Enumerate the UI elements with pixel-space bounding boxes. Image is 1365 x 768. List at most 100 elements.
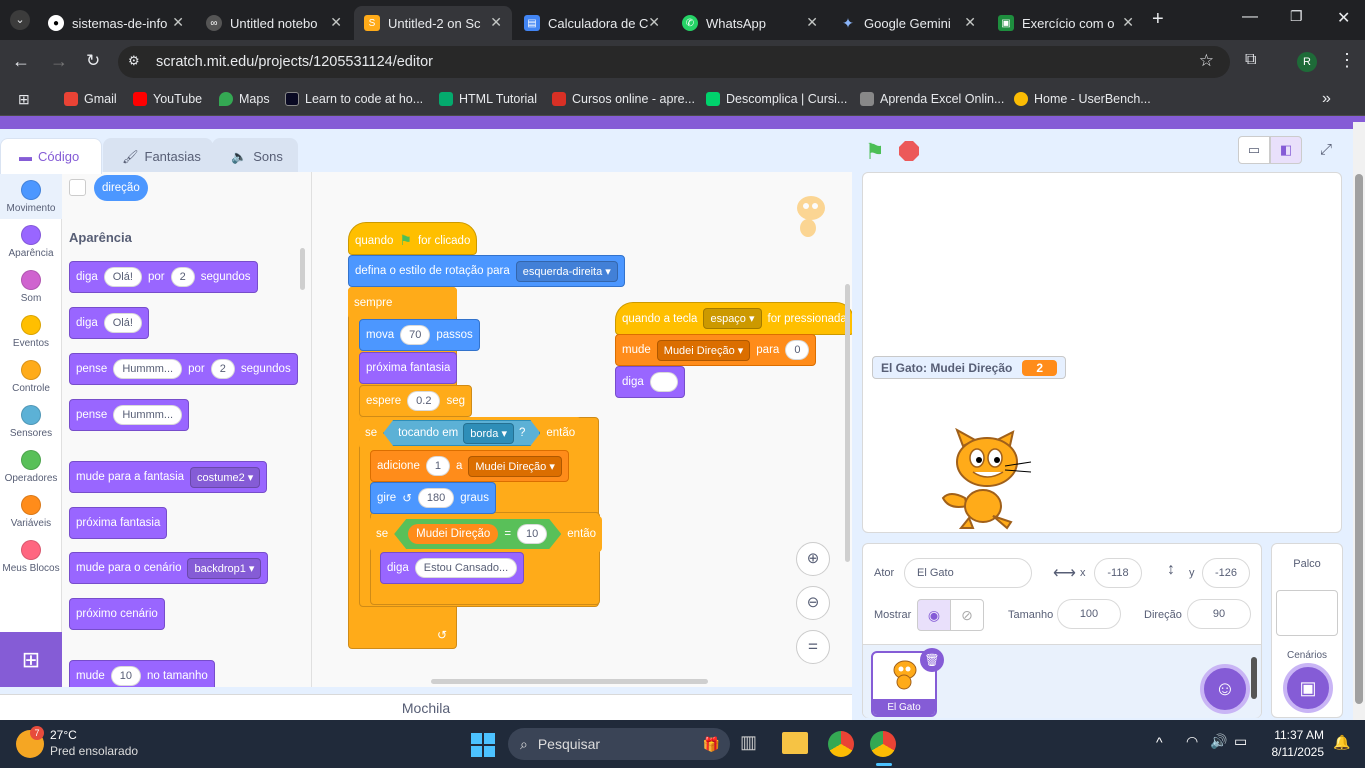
stop-button[interactable] [899, 141, 919, 161]
block-next-backdrop[interactable]: próximo cenário [69, 598, 165, 630]
menu-icon[interactable]: ⋮ [1338, 50, 1356, 71]
palette-scrollbar[interactable] [300, 248, 305, 290]
new-tab-plus-icon[interactable]: + [1152, 8, 1164, 31]
bookmark-cursos-online[interactable]: Cursos online - apre... [552, 92, 695, 106]
cat-sprite[interactable] [935, 427, 1035, 530]
bookmark-userbench[interactable]: Home - UserBench... [1014, 92, 1151, 106]
bookmark-descomplica[interactable]: Descomplica | Cursi... [706, 92, 847, 106]
site-info-icon[interactable]: ⚙ [128, 53, 140, 69]
sprite-name-field[interactable]: El Gato [904, 558, 1032, 588]
backdrop-thumbnail[interactable] [1276, 590, 1338, 636]
size-field[interactable]: 100 [1057, 599, 1121, 629]
forward-icon[interactable]: → [50, 51, 68, 72]
restore-icon[interactable]: ❐ [1290, 8, 1303, 25]
forever-block[interactable]: sempre [348, 287, 457, 319]
block-think-for-secs[interactable]: pense Hummm... por 2 segundos [69, 353, 298, 385]
chrome-profile-icon[interactable] [870, 731, 896, 757]
vertical-scrollbar[interactable] [845, 284, 850, 562]
category-aparencia[interactable]: Aparência [0, 219, 62, 264]
wait-block[interactable]: espere 0.2 seg [359, 385, 473, 417]
tab-search-button[interactable]: ⌄ [10, 10, 30, 30]
category-movimento[interactable]: Movimento [0, 174, 62, 219]
sprite-list-scrollbar[interactable] [1251, 657, 1257, 699]
url-bar[interactable]: ⚙ scratch.mit.edu/projects/1205531124/ed… [118, 46, 1230, 78]
show-hidden-button[interactable]: ⊘ [950, 599, 984, 631]
block-change-size[interactable]: mude 10 no tamanho [69, 660, 215, 687]
backpack-bar[interactable]: Mochila [0, 694, 852, 720]
delete-sprite-button[interactable]: 🗑 [920, 648, 944, 672]
change-variable-block[interactable]: adicione 1 a Mudei Direção [370, 450, 569, 482]
minimize-icon[interactable]: — [1242, 8, 1258, 26]
block-next-costume[interactable]: próxima fantasia [69, 507, 168, 539]
bookmark-html-tutorial[interactable]: HTML Tutorial [439, 92, 537, 106]
start-button[interactable] [471, 733, 495, 757]
set-rotation-style-block[interactable]: defina o estilo de rotação para esquerda… [348, 255, 625, 287]
category-variaveis[interactable]: Variáveis [0, 489, 62, 534]
bookmark-excel[interactable]: Aprenda Excel Onlin... [860, 92, 1004, 106]
tab-costumes[interactable]: 🖌 Fantasias [103, 138, 213, 174]
if-touching-block[interactable]: se tocando em borda ? então [359, 417, 582, 449]
extensions-icon[interactable]: ⧉ [1245, 51, 1256, 69]
stage-canvas[interactable]: El Gato: Mudei Direção 2 [862, 172, 1342, 533]
variable-monitor[interactable]: El Gato: Mudei Direção 2 [872, 356, 1067, 379]
page-scrollbar[interactable] [1353, 122, 1365, 720]
weather-widget[interactable]: 7 27°C Pred ensolarado [16, 726, 166, 762]
script-area[interactable]: ↺ quando ⚑ for clicado defina o estilo d… [312, 172, 852, 687]
volume-icon[interactable]: 🔊 [1210, 733, 1227, 750]
profile-avatar[interactable]: R [1297, 52, 1317, 72]
close-tab-icon[interactable]: ✕ [648, 14, 660, 31]
close-tab-icon[interactable]: ✕ [964, 14, 976, 31]
large-stage-button[interactable]: ◧ [1270, 136, 1302, 164]
bookmark-star-icon[interactable]: ☆ [1199, 51, 1214, 71]
horizontal-scrollbar[interactable] [431, 679, 708, 684]
bookmark-youtube[interactable]: YouTube [133, 92, 202, 106]
close-tab-icon[interactable]: ✕ [330, 14, 342, 31]
block-switch-backdrop[interactable]: mude para o cenário backdrop1 [69, 552, 269, 584]
when-key-pressed-block[interactable]: quando a tecla espaço for pressionada [615, 302, 852, 335]
browser-tab[interactable]: ∞ Untitled notebo ✕ [196, 6, 352, 40]
green-flag-button[interactable]: ⚑ [865, 139, 885, 165]
next-costume-block[interactable]: próxima fantasia [359, 352, 458, 384]
turn-degrees-block[interactable]: gire ↺ 180 graus [370, 482, 496, 514]
tab-sounds[interactable]: 🔈 Sons [212, 138, 298, 174]
browser-tab[interactable]: ● sistemas-de-info ✕ [38, 6, 194, 40]
x-field[interactable]: -118 [1094, 558, 1142, 588]
when-flag-clicked-block[interactable]: quando ⚑ for clicado [348, 222, 478, 255]
if-equals-block[interactable]: se Mudei Direção = 10 então [370, 516, 603, 552]
category-meus-blocos[interactable]: Meus Blocos [0, 534, 62, 579]
browser-tab[interactable]: ▣ Exercício com o ✕ [988, 6, 1144, 40]
direction-field[interactable]: 90 [1187, 599, 1251, 629]
say-block-empty[interactable]: diga [615, 366, 685, 398]
task-view-icon[interactable]: ▥ [740, 732, 766, 756]
close-tab-icon[interactable]: ✕ [1122, 14, 1134, 31]
page-scrollbar-thumb[interactable] [1355, 174, 1363, 704]
set-variable-block[interactable]: mude Mudei Direção para 0 [615, 334, 817, 366]
notifications-icon[interactable]: 🔔 [1333, 734, 1350, 751]
close-tab-icon[interactable]: ✕ [172, 14, 184, 31]
zoom-in-button[interactable]: ⊕ [796, 542, 830, 576]
category-operadores[interactable]: Operadores [0, 444, 62, 489]
close-window-icon[interactable]: ✕ [1337, 8, 1350, 28]
file-explorer-icon[interactable] [782, 732, 808, 754]
taskbar-search[interactable]: ⌕ Pesquisar 🎁 [508, 728, 730, 760]
block-switch-costume[interactable]: mude para a fantasia costume2 [69, 461, 268, 493]
apps-grid-icon[interactable]: ⊞ [18, 91, 30, 108]
add-backdrop-button[interactable]: ▣ [1283, 663, 1333, 713]
battery-icon[interactable]: ▭ [1234, 733, 1247, 750]
zoom-out-button[interactable]: ⊖ [796, 586, 830, 620]
bookmark-gmail[interactable]: Gmail [64, 92, 117, 106]
checkbox-direction[interactable] [69, 179, 86, 196]
close-tab-icon[interactable]: ✕ [490, 14, 502, 31]
move-steps-block[interactable]: mova 70 passos [359, 319, 480, 351]
direction-reporter[interactable]: direção [94, 175, 148, 201]
fullscreen-button[interactable]: ⤢ [1312, 136, 1340, 164]
reload-icon[interactable]: ↻ [86, 51, 100, 71]
small-stage-button[interactable]: ▭ [1238, 136, 1270, 164]
y-field[interactable]: -126 [1202, 558, 1250, 588]
add-sprite-button[interactable]: ☺ [1200, 664, 1250, 714]
chrome-icon[interactable] [828, 731, 854, 757]
show-hidden-icons[interactable]: ^ [1156, 734, 1163, 750]
touching-sensor[interactable]: tocando em borda ? [383, 420, 540, 446]
bookmark-maps[interactable]: Maps [219, 92, 270, 106]
zoom-reset-button[interactable]: = [796, 630, 830, 664]
